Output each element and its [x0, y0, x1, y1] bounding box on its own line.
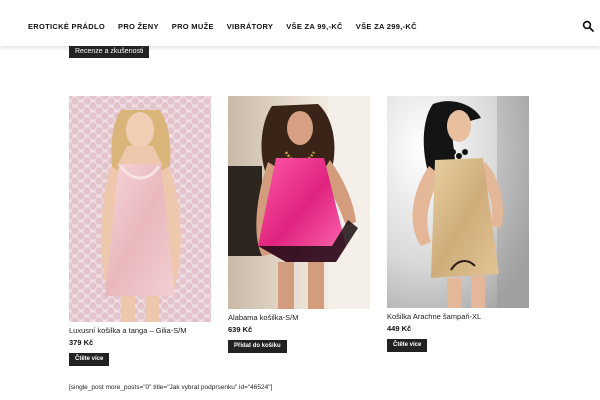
product-price: 449 Kč [387, 324, 412, 333]
product-image[interactable] [387, 96, 529, 308]
product-image[interactable] [228, 96, 370, 309]
reviews-button[interactable]: Recenze a zkušenosti [69, 46, 150, 58]
nav-item-vse-za-99[interactable]: VŠE ZA 99,-KČ [286, 22, 343, 31]
product-price: 639 Kč [228, 325, 253, 334]
nav-item-vibratory[interactable]: VIBRÁTORY [227, 22, 273, 31]
read-more-button[interactable]: Čtěte více [387, 339, 428, 352]
nav-item-eroticke-pradlo[interactable]: EROTICKÉ PRÁDLO [28, 22, 105, 31]
read-more-button[interactable]: Čtěte více [69, 353, 110, 366]
nav-item-pro-muze[interactable]: PRO MUŽE [172, 22, 214, 31]
search-icon[interactable] [582, 20, 594, 32]
main-menu: EROTICKÉ PRÁDLO PRO ŽENY PRO MUŽE VIBRÁT… [28, 22, 430, 31]
product-card: Luxusní košilka a tanga – Gilia-S/M 379 … [69, 96, 211, 366]
add-to-cart-button[interactable]: Přidat do košíku [228, 340, 287, 353]
product-title[interactable]: Luxusní košilka a tanga – Gilia-S/M [69, 326, 211, 335]
nav-item-pro-zeny[interactable]: PRO ŽENY [118, 22, 159, 31]
nav-item-vse-za-299[interactable]: VŠE ZA 299,-KČ [356, 22, 417, 31]
product-card: Alabama košilka-S/M 639 Kč Přidat do koš… [228, 96, 370, 353]
product-price: 379 Kč [69, 338, 94, 347]
top-navigation-bar: EROTICKÉ PRÁDLO PRO ŽENY PRO MUŽE VIBRÁT… [0, 0, 600, 46]
product-title[interactable]: Košilka Arachne šampaň-XL [387, 312, 529, 321]
unrendered-shortcode-text: [single_post more_posts="0" title="Jak v… [69, 384, 273, 391]
product-image[interactable] [69, 96, 211, 322]
product-card: Košilka Arachne šampaň-XL 449 Kč Čtěte v… [387, 96, 529, 352]
product-title[interactable]: Alabama košilka-S/M [228, 313, 370, 322]
